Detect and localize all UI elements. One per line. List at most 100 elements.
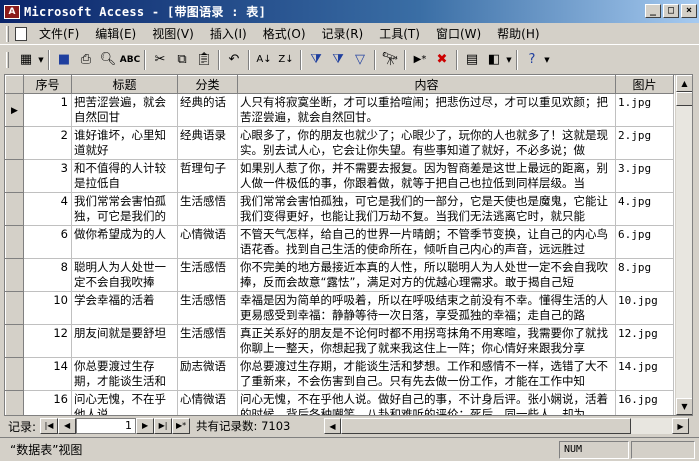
print-icon[interactable]: ⎙	[75, 49, 97, 71]
cell-category[interactable]: 励志微语	[177, 357, 238, 391]
record-selector[interactable]	[5, 159, 24, 193]
cell-id[interactable]: 6	[23, 225, 72, 259]
cell-id[interactable]: 4	[23, 192, 72, 226]
scroll-up-button[interactable]: ▲	[676, 75, 692, 92]
cell-title[interactable]: 聪明人为人处世一定不会自我吹捧	[71, 258, 178, 292]
cell-id[interactable]: 12	[23, 324, 72, 358]
cell-title[interactable]: 学会幸福的活着	[71, 291, 178, 325]
menu-view[interactable]: 视图(V)	[144, 25, 202, 43]
scroll-down-button[interactable]: ▼	[676, 398, 692, 415]
cell-content[interactable]: 如果别人惹了你，并不需要去报复。因为智商差是这世上最远的距离，别人做一件极低的事…	[237, 159, 616, 193]
sort-descending-icon[interactable]: Z↓	[275, 49, 297, 71]
cut-icon[interactable]: ✂	[149, 49, 171, 71]
database-window-icon[interactable]: ▤	[461, 49, 483, 71]
record-selector[interactable]	[5, 192, 24, 226]
save-icon[interactable]: ■	[53, 49, 75, 71]
cell-id[interactable]: 2	[23, 126, 72, 160]
record-selector[interactable]	[5, 258, 24, 292]
menu-tools[interactable]: 工具(T)	[371, 25, 428, 43]
cell-image[interactable]: 4.jpg	[615, 192, 674, 226]
apply-filter-icon[interactable]: ▽	[349, 49, 371, 71]
minimize-button[interactable]: _	[645, 4, 661, 18]
vertical-scroll-thumb[interactable]	[676, 92, 692, 106]
menu-records[interactable]: 记录(R)	[314, 25, 372, 43]
cell-id[interactable]: 1	[23, 93, 72, 127]
close-button[interactable]: ×	[681, 4, 697, 18]
cell-category[interactable]: 经典语录	[177, 126, 238, 160]
menu-edit[interactable]: 编辑(E)	[87, 25, 144, 43]
menu-window[interactable]: 窗口(W)	[428, 25, 489, 43]
cell-title[interactable]: 你总要渡过生存期，才能谈生活和	[71, 357, 178, 391]
copy-icon[interactable]: ⧉	[171, 49, 193, 71]
toolbar-options-icon[interactable]: ▼	[543, 56, 551, 64]
cell-title[interactable]: 我们常常会害怕孤独，可它是我们的	[71, 192, 178, 226]
cell-image[interactable]: 6.jpg	[615, 225, 674, 259]
cell-image[interactable]: 8.jpg	[615, 258, 674, 292]
cell-image[interactable]: 2.jpg	[615, 126, 674, 160]
cell-image[interactable]: 10.jpg	[615, 291, 674, 325]
datasheet-doc-icon[interactable]	[15, 26, 27, 41]
cell-image[interactable]: 16.jpg	[615, 390, 674, 415]
filter-by-form-icon[interactable]: ⧩	[327, 49, 349, 71]
record-selector[interactable]	[5, 291, 24, 325]
vertical-scrollbar[interactable]: ▲ ▼	[675, 75, 692, 415]
menu-help[interactable]: 帮助(H)	[489, 25, 547, 43]
record-selector[interactable]	[5, 126, 24, 160]
column-header-content[interactable]: 内容	[237, 75, 616, 94]
cell-id[interactable]: 8	[23, 258, 72, 292]
cell-category[interactable]: 生活感悟	[177, 291, 238, 325]
view-dropdown-icon[interactable]: ▼	[37, 56, 45, 64]
column-header-title[interactable]: 标题	[71, 75, 178, 94]
cell-image[interactable]: 3.jpg	[615, 159, 674, 193]
column-header-image[interactable]: 图片	[615, 75, 674, 94]
cell-content[interactable]: 心眼多了，你的朋友也就少了；心眼少了，玩你的人也就多了！这就是现实。别去试人心，…	[237, 126, 616, 160]
record-selector[interactable]	[5, 390, 24, 415]
record-selector[interactable]: ▶	[5, 93, 24, 127]
previous-record-button[interactable]: ◀	[58, 418, 77, 434]
spelling-icon[interactable]: ABC	[119, 49, 141, 71]
cell-title[interactable]: 和不值得的人计较是拉低自	[71, 159, 178, 193]
cell-title[interactable]: 问心无愧，不在乎他人说	[71, 390, 178, 415]
cell-content[interactable]: 人只有将寂寞坐断，才可以重拾喧闹；把悲伤过尽，才可以重见欢颜；把苦涩尝遍，就会自…	[237, 93, 616, 127]
horizontal-scrollbar[interactable]: ◀ ▶	[324, 418, 689, 434]
cell-content[interactable]: 我们常常会害怕孤独，可它是我们的一部分，它是天使也是魔鬼，它能让我们变得更好，也…	[237, 192, 616, 226]
new-object-icon[interactable]: ◧	[483, 49, 505, 71]
current-record-input[interactable]: 1	[76, 418, 137, 434]
cell-id[interactable]: 14	[23, 357, 72, 391]
select-all-cell[interactable]	[5, 75, 24, 94]
cell-image[interactable]: 1.jpg	[615, 93, 674, 127]
menu-insert[interactable]: 插入(I)	[202, 25, 255, 43]
find-icon[interactable]: 🔭︎	[379, 49, 401, 71]
first-record-button[interactable]: |◀	[40, 418, 59, 434]
cell-content[interactable]: 问心无愧，不在乎他人说。做好自己的事，不计身后评。张小娴说，活着的时候，背后各种…	[237, 390, 616, 415]
horizontal-scroll-thumb[interactable]	[341, 418, 631, 434]
cell-content[interactable]: 真正关系好的朋友是不论何时都不用拐弯抹角不用寒暄，我需要你了就找你聊上一整天，你…	[237, 324, 616, 358]
cell-category[interactable]: 生活感悟	[177, 324, 238, 358]
maximize-button[interactable]: □	[663, 4, 679, 18]
record-selector[interactable]	[5, 357, 24, 391]
cell-content[interactable]: 幸福是因为简单的呼吸着，所以在呼吸结束之前没有不幸。懂得生活的人更易感受到幸福：…	[237, 291, 616, 325]
scroll-right-button[interactable]: ▶	[672, 418, 689, 434]
cell-image[interactable]: 14.jpg	[615, 357, 674, 391]
undo-icon[interactable]: ↶	[223, 49, 245, 71]
record-selector[interactable]	[5, 324, 24, 358]
sort-ascending-icon[interactable]: A↓	[253, 49, 275, 71]
cell-image[interactable]: 12.jpg	[615, 324, 674, 358]
new-record-icon[interactable]: ▶*	[409, 49, 431, 71]
toolbar-grip[interactable]	[6, 51, 9, 68]
last-record-button[interactable]: ▶|	[154, 418, 173, 434]
cell-id[interactable]: 16	[23, 390, 72, 415]
cell-category[interactable]: 心情微语	[177, 225, 238, 259]
new-object-dropdown-icon[interactable]: ▼	[505, 56, 513, 64]
scroll-left-button[interactable]: ◀	[324, 418, 341, 434]
cell-title[interactable]: 把苦涩尝遍，就会自然回甘	[71, 93, 178, 127]
print-preview-icon[interactable]: 🔍︎	[97, 49, 119, 71]
cell-content[interactable]: 你不完美的地方最接近本真的人性，所以聪明人为人处世一定不会自我吹捧，反而会故意“…	[237, 258, 616, 292]
cell-category[interactable]: 心情微语	[177, 390, 238, 415]
cell-category[interactable]: 哲理句子	[177, 159, 238, 193]
cell-title[interactable]: 朋友间就是要舒坦	[71, 324, 178, 358]
new-record-nav-button[interactable]: ▶*	[172, 418, 191, 434]
menu-file[interactable]: 文件(F)	[31, 25, 87, 43]
cell-title[interactable]: 谁好谁坏，心里知道就好	[71, 126, 178, 160]
cell-title[interactable]: 做你希望成为的人	[71, 225, 178, 259]
